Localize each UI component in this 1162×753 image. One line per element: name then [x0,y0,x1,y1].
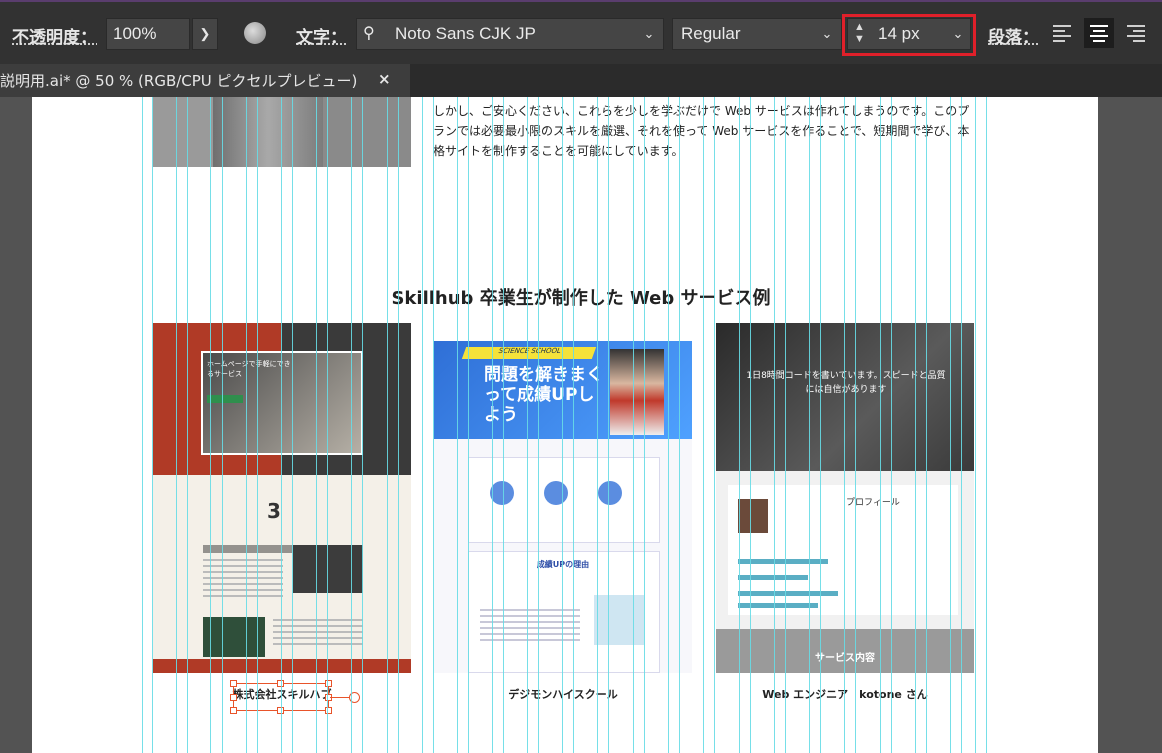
column-guide [468,97,469,753]
paragraph-label[interactable]: 段落： [988,23,1039,48]
column-guide [774,97,775,753]
document-tab-title: 説明用.ai* @ 50 % (RGB/CPU ピクセルプレビュー) [0,72,358,90]
close-icon[interactable]: × [378,70,391,88]
column-guide [527,97,528,753]
column-guide [292,97,293,753]
card3-hero-text: 1日8時間コードを書いています。スピードと品質には自信があります [746,371,946,395]
column-guide [210,97,211,753]
column-guide [281,97,282,753]
column-guide [986,97,987,753]
column-guide [422,97,423,753]
column-guide [457,97,458,753]
column-guide [633,97,634,753]
align-left-icon[interactable] [1048,18,1076,48]
opacity-field[interactable]: 100% [106,18,190,50]
column-guide [668,97,669,753]
column-guide [538,97,539,753]
column-guide [820,97,821,753]
stepper-icon[interactable]: ▲ ▼ [854,21,865,45]
column-guide [891,97,892,753]
align-right-icon[interactable] [1122,18,1150,48]
align-center-icon[interactable] [1084,18,1114,48]
column-guide [316,97,317,753]
column-guide [855,97,856,753]
opacity-label[interactable]: 不透明度： [12,23,97,48]
selection-handle[interactable] [230,680,237,687]
column-guide [573,97,574,753]
column-guide [562,97,563,753]
column-guide [703,97,704,753]
profile-photo[interactable] [153,97,411,167]
column-guide [809,97,810,753]
card2-ribbon: SCIENCE SCHOOL [461,347,597,359]
column-guide [187,97,188,753]
card1-number: 3 [267,499,281,523]
chevron-right-icon: ❯ [199,26,211,41]
example-card-digimon[interactable]: SCIENCE SCHOOL 問題を解きまくって成績UPしよう 成績UPの理由 [434,323,692,673]
column-guide [679,97,680,753]
column-guide [915,97,916,753]
column-guide [398,97,399,753]
card3-service: サービス内容 [815,653,875,664]
document-tab[interactable]: 説明用.ai* @ 50 % (RGB/CPU ピクセルプレビュー) × [0,64,410,97]
character-label[interactable]: 文字： [296,23,347,48]
section-title[interactable]: Skillhub 卒業生が制作した Web サービス例 [0,284,1162,310]
column-guide [880,97,881,753]
card-caption-kotone[interactable]: Web エンジニア kotone さん [716,686,974,702]
column-guide [246,97,247,753]
column-guide [597,97,598,753]
opacity-value: 100% [113,24,157,43]
chevron-down-icon[interactable]: ⌄ [948,19,968,49]
column-guide [750,97,751,753]
example-card-skillhub[interactable]: ホームページで手軽にできるサービス 3 [153,323,411,673]
font-style-field[interactable]: Regular ⌄ [672,18,842,50]
opacity-arrow-button[interactable]: ❯ [192,18,218,50]
font-style-value: Regular [681,24,741,43]
card-caption-digimon[interactable]: デジモンハイスクール [434,686,692,702]
column-guide [844,97,845,753]
column-guide [387,97,388,753]
card2-banner: 問題を解きまくって成績UPしよう [484,365,603,425]
example-card-kotone[interactable]: 1日8時間コードを書いています。スピードと品質には自信があります プロフィール … [716,323,974,673]
card2-sub: 成績UPの理由 [468,559,658,570]
document-tab-bar: 説明用.ai* @ 50 % (RGB/CPU ピクセルプレビュー) × [0,64,1162,97]
selection-handle[interactable] [230,694,237,701]
column-guide [176,97,177,753]
column-guide [503,97,504,753]
selection-handle[interactable] [230,707,237,714]
font-size-field[interactable]: ▲ ▼ 14 px ⌄ [847,18,971,50]
font-family-field[interactable]: ⚲ Noto Sans CJK JP ⌄ [356,18,664,50]
column-guide [644,97,645,753]
column-guide [492,97,493,753]
column-guide [739,97,740,753]
column-guide [142,97,143,753]
column-guide [785,97,786,753]
font-size-value: 14 px [878,24,920,43]
column-guide [362,97,363,753]
column-guide [222,97,223,753]
column-guide [714,97,715,753]
chevron-down-icon[interactable]: ⌄ [639,19,659,49]
column-guide [608,97,609,753]
column-guide [433,97,434,753]
column-guide [351,97,352,753]
column-guide [975,97,976,753]
column-guide [152,97,153,753]
column-guide [257,97,258,753]
column-guide [327,97,328,753]
column-guide [961,97,962,753]
chevron-down-icon[interactable]: ⌄ [817,19,837,49]
recolor-artwork-icon[interactable] [244,22,266,44]
column-guide [950,97,951,753]
search-icon: ⚲ [363,25,375,42]
card1-hero-text: ホームページで手軽にできるサービス [207,360,291,378]
font-family-value: Noto Sans CJK JP [395,24,536,43]
control-bar: 不透明度： 100% ❯ 文字： ⚲ Noto Sans CJK JP ⌄ Re… [0,0,1162,64]
column-guide [926,97,927,753]
